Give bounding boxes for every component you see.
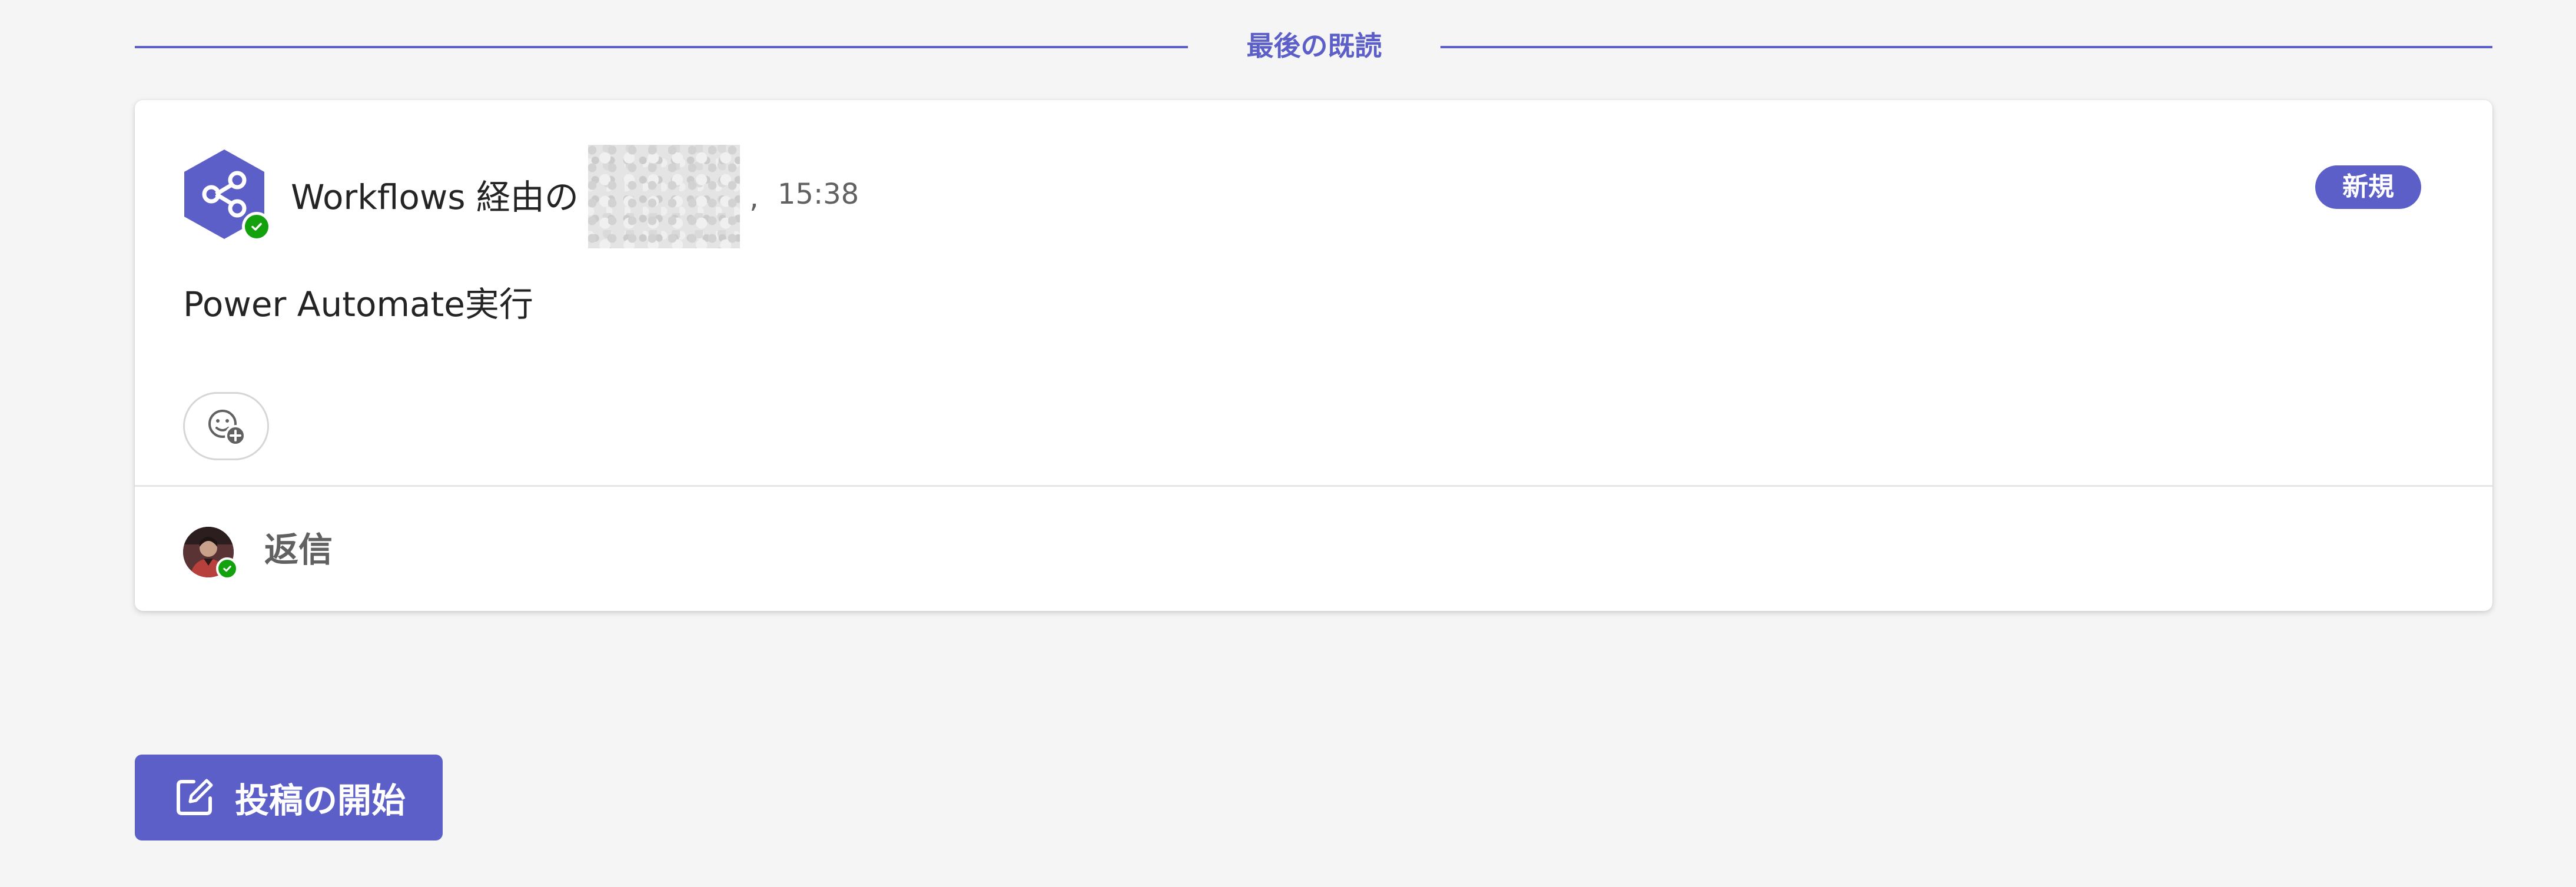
post-timestamp: 15:38 bbox=[777, 178, 859, 211]
header-separator: , bbox=[749, 180, 759, 214]
reply-box[interactable]: 返信 bbox=[135, 487, 2492, 611]
sender-name[interactable]: Workflows 経由の bbox=[291, 170, 579, 219]
available-status-icon bbox=[242, 212, 271, 241]
start-post-label: 投稿の開始 bbox=[235, 780, 406, 820]
post-card: Workflows 経由の , 15:38 新規 Power Automate実… bbox=[135, 100, 2492, 611]
post-header: Workflows 経由の , 15:38 bbox=[291, 145, 859, 248]
workflows-avatar[interactable] bbox=[182, 147, 271, 241]
divider-line-right bbox=[1440, 46, 2492, 48]
user-status-icon bbox=[216, 557, 238, 580]
divider-line-left bbox=[135, 46, 1188, 48]
add-reaction-button[interactable] bbox=[183, 392, 269, 460]
reply-label: 返信 bbox=[264, 530, 333, 570]
new-badge: 新規 bbox=[2315, 165, 2421, 209]
last-read-label: 最後の既読 bbox=[1246, 30, 1382, 62]
start-post-button[interactable]: 投稿の開始 bbox=[135, 755, 443, 841]
add-reaction-icon bbox=[208, 410, 246, 446]
user-avatar[interactable] bbox=[183, 527, 238, 580]
redacted-sender bbox=[587, 145, 740, 248]
compose-icon bbox=[177, 779, 213, 815]
message-body: Power Automate実行 bbox=[183, 284, 533, 324]
